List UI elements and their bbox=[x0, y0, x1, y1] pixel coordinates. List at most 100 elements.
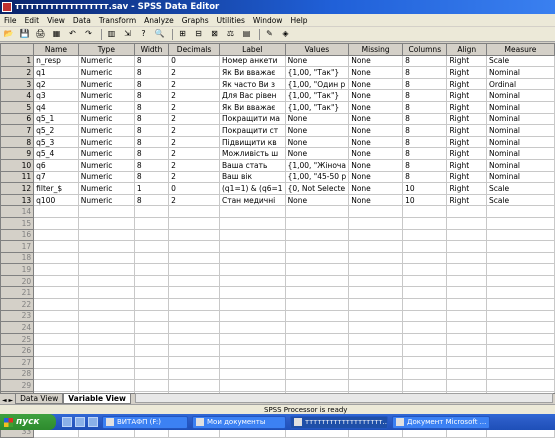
cell-width[interactable]: 8 bbox=[133, 147, 170, 160]
empty-cell[interactable] bbox=[33, 356, 79, 369]
variables-icon[interactable]: ? bbox=[137, 28, 150, 40]
cell-values[interactable]: {1,00, "Один р bbox=[284, 77, 350, 91]
empty-cell[interactable] bbox=[284, 367, 350, 381]
empty-cell[interactable] bbox=[485, 367, 555, 381]
empty-cell[interactable] bbox=[446, 321, 487, 334]
cell-columns[interactable]: 8 bbox=[402, 89, 448, 102]
cell-align[interactable]: Right bbox=[446, 147, 487, 160]
empty-cell[interactable] bbox=[218, 321, 286, 334]
empty-cell[interactable] bbox=[168, 321, 220, 334]
empty-cell[interactable] bbox=[133, 286, 170, 300]
empty-cell[interactable] bbox=[348, 332, 404, 346]
print-icon[interactable]: 🖨 bbox=[34, 28, 47, 40]
row-number[interactable]: 28 bbox=[0, 367, 35, 381]
cell-missing[interactable]: None bbox=[348, 193, 404, 207]
empty-cell[interactable] bbox=[77, 263, 135, 276]
empty-cell[interactable] bbox=[485, 263, 555, 276]
find-icon[interactable]: 🔍 bbox=[153, 28, 166, 40]
empty-cell[interactable] bbox=[402, 263, 448, 276]
empty-cell[interactable] bbox=[402, 240, 448, 253]
cell-width[interactable]: 1 bbox=[133, 182, 170, 195]
cell-type[interactable]: Numeric bbox=[77, 89, 135, 102]
empty-cell[interactable] bbox=[33, 228, 79, 242]
column-header-measure[interactable]: Measure bbox=[485, 43, 555, 56]
select-cases-icon[interactable]: ▤ bbox=[240, 28, 253, 40]
empty-cell[interactable] bbox=[133, 379, 170, 392]
empty-cell[interactable] bbox=[446, 240, 487, 253]
taskbar-item[interactable]: Мои документы bbox=[192, 415, 286, 429]
cell-align[interactable]: Right bbox=[446, 100, 487, 114]
cell-values[interactable]: None bbox=[284, 193, 350, 207]
row-number[interactable]: 9 bbox=[0, 147, 35, 160]
cell-measure[interactable]: Ordinal bbox=[485, 77, 555, 91]
cell-measure[interactable]: Scale bbox=[485, 182, 555, 195]
cell-width[interactable]: 8 bbox=[133, 77, 170, 91]
cell-measure[interactable]: Nominal bbox=[485, 112, 555, 126]
cell-align[interactable]: Right bbox=[446, 193, 487, 207]
column-header-decimals[interactable]: Decimals bbox=[168, 43, 220, 56]
empty-cell[interactable] bbox=[446, 356, 487, 369]
cell-name[interactable]: q4 bbox=[33, 100, 79, 114]
cell-columns[interactable]: 10 bbox=[402, 182, 448, 195]
empty-cell[interactable] bbox=[402, 344, 448, 358]
value-labels-icon[interactable]: ✎ bbox=[263, 28, 276, 40]
empty-cell[interactable] bbox=[133, 240, 170, 253]
cell-values[interactable]: None bbox=[284, 112, 350, 126]
row-number[interactable]: 3 bbox=[0, 77, 35, 91]
empty-cell[interactable] bbox=[348, 216, 404, 230]
cell-missing[interactable]: None bbox=[348, 89, 404, 102]
empty-cell[interactable] bbox=[33, 332, 79, 346]
empty-cell[interactable] bbox=[348, 286, 404, 300]
cell-values[interactable]: {1,00, "Так"} bbox=[284, 66, 350, 79]
row-number[interactable]: 2 bbox=[0, 66, 35, 79]
empty-cell[interactable] bbox=[133, 274, 170, 288]
cell-measure[interactable]: Nominal bbox=[485, 66, 555, 79]
cell-type[interactable]: Numeric bbox=[77, 124, 135, 137]
cell-type[interactable]: Numeric bbox=[77, 66, 135, 79]
empty-cell[interactable] bbox=[133, 263, 170, 276]
cell-columns[interactable]: 8 bbox=[402, 66, 448, 79]
cell-decimals[interactable]: 2 bbox=[168, 135, 220, 149]
empty-cell[interactable] bbox=[77, 321, 135, 334]
empty-cell[interactable] bbox=[218, 274, 286, 288]
cell-align[interactable]: Right bbox=[446, 124, 487, 137]
cell-decimals[interactable]: 0 bbox=[168, 54, 220, 68]
row-number[interactable]: 13 bbox=[0, 193, 35, 207]
empty-cell[interactable] bbox=[402, 298, 448, 311]
menu-graphs[interactable]: Graphs bbox=[178, 16, 213, 25]
empty-cell[interactable] bbox=[33, 274, 79, 288]
cell-name[interactable]: q2 bbox=[33, 77, 79, 91]
empty-cell[interactable] bbox=[33, 298, 79, 311]
column-header-missing[interactable]: Missing bbox=[348, 43, 404, 56]
empty-cell[interactable] bbox=[402, 309, 448, 323]
cell-type[interactable]: Numeric bbox=[77, 147, 135, 160]
empty-cell[interactable] bbox=[446, 367, 487, 381]
empty-cell[interactable] bbox=[485, 356, 555, 369]
row-number[interactable]: 6 bbox=[0, 112, 35, 126]
empty-cell[interactable] bbox=[168, 228, 220, 242]
row-number[interactable]: 14 bbox=[0, 205, 35, 218]
cell-missing[interactable]: None bbox=[348, 158, 404, 172]
empty-cell[interactable] bbox=[284, 298, 350, 311]
empty-cell[interactable] bbox=[218, 379, 286, 392]
cell-columns[interactable]: 8 bbox=[402, 124, 448, 137]
cell-width[interactable]: 8 bbox=[133, 193, 170, 207]
empty-cell[interactable] bbox=[218, 332, 286, 346]
row-number[interactable]: 15 bbox=[0, 216, 35, 230]
cell-values[interactable]: None bbox=[284, 147, 350, 160]
weight-cases-icon[interactable]: ⚖ bbox=[224, 28, 237, 40]
empty-cell[interactable] bbox=[446, 344, 487, 358]
empty-cell[interactable] bbox=[168, 344, 220, 358]
cell-name[interactable]: filter_$ bbox=[33, 182, 79, 195]
cell-decimals[interactable]: 2 bbox=[168, 112, 220, 126]
empty-cell[interactable] bbox=[168, 274, 220, 288]
empty-cell[interactable] bbox=[77, 228, 135, 242]
empty-cell[interactable] bbox=[77, 205, 135, 218]
menu-edit[interactable]: Edit bbox=[21, 16, 44, 25]
empty-cell[interactable] bbox=[218, 228, 286, 242]
insert-variable-icon[interactable]: ⊟ bbox=[192, 28, 205, 40]
cell-name[interactable]: q5_3 bbox=[33, 135, 79, 149]
empty-cell[interactable] bbox=[218, 309, 286, 323]
empty-cell[interactable] bbox=[168, 379, 220, 392]
menu-analyze[interactable]: Analyze bbox=[140, 16, 178, 25]
